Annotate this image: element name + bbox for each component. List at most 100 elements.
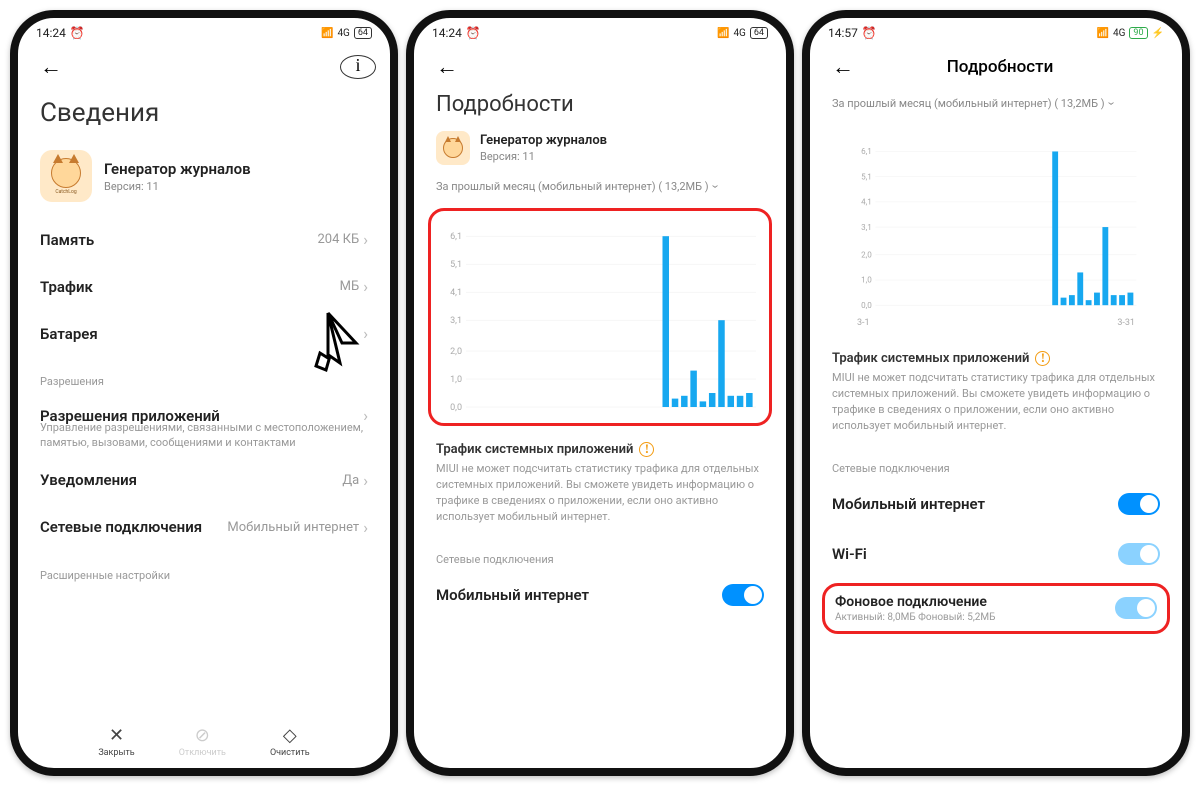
chevron-right-icon: › bbox=[363, 406, 368, 425]
back-button[interactable]: ← bbox=[428, 50, 466, 84]
app-header: Генератор журналов Версия: 11 bbox=[414, 127, 786, 175]
app-header: CatchLog Генератор журналов Версия: 11 bbox=[18, 142, 390, 216]
background-connection-row[interactable]: Фоновое подключение Активный: 8,0МБ Фоно… bbox=[835, 592, 1157, 625]
traffic-chart: 0,01,02,03,14,15,16,1 3-1 3-31 bbox=[824, 125, 1168, 335]
battery-icon: 90 bbox=[1129, 27, 1147, 39]
status-bar: 14:57 ⏰ 📶 4G 90 ⚡ bbox=[810, 18, 1182, 42]
svg-text:3,1: 3,1 bbox=[450, 316, 462, 326]
app-version: Версия: 11 bbox=[480, 150, 607, 163]
chevron-right-icon: › bbox=[363, 518, 368, 537]
svg-text:0,0: 0,0 bbox=[450, 403, 462, 413]
mobile-internet-row[interactable]: Мобильный интернет bbox=[414, 570, 786, 620]
svg-text:6,1: 6,1 bbox=[861, 146, 872, 156]
network-section: Сетевые подключения bbox=[810, 444, 1182, 479]
alarm-icon: ⏰ bbox=[862, 26, 877, 40]
page-title: Подробности bbox=[414, 92, 786, 127]
header: ← i bbox=[18, 42, 390, 92]
battery-row[interactable]: Батарея › bbox=[18, 310, 390, 357]
warning-title: Трафик системных приложений bbox=[832, 351, 1029, 366]
signal-icon: 📶 bbox=[321, 28, 333, 39]
chevron-down-icon: › bbox=[1103, 102, 1118, 106]
chart-svg: 0,01,02,03,14,15,16,1 bbox=[439, 219, 761, 419]
page-title: Подробности bbox=[862, 57, 1138, 77]
back-button[interactable]: ← bbox=[824, 50, 862, 84]
background-connection-highlight: Фоновое подключение Активный: 8,0МБ Фоно… bbox=[822, 583, 1170, 634]
network-label: 4G bbox=[337, 28, 349, 39]
chevron-down-icon: › bbox=[707, 185, 722, 189]
app-version: Версия: 11 bbox=[104, 180, 251, 193]
svg-text:1,0: 1,0 bbox=[861, 275, 872, 285]
mobile-internet-toggle[interactable] bbox=[1118, 493, 1160, 515]
memory-value: 204 КБ bbox=[317, 232, 359, 247]
notifications-value: Да bbox=[342, 473, 359, 488]
back-button[interactable]: ← bbox=[32, 50, 70, 84]
wifi-row[interactable]: Wi-Fi bbox=[810, 529, 1182, 579]
network-section: Сетевые подключения bbox=[414, 535, 786, 570]
traffic-row[interactable]: Трафик МБ › bbox=[18, 263, 390, 310]
stop-button: ⊘ Отключить bbox=[179, 725, 226, 758]
status-bar: 14:24 ⏰ 📶 4G 64 bbox=[414, 18, 786, 42]
filter-dropdown[interactable]: За прошлый месяц (мобильный интернет) ( … bbox=[414, 175, 786, 202]
network-row[interactable]: Сетевые подключения Мобильный интернет › bbox=[18, 504, 390, 551]
status-time: 14:24 bbox=[36, 26, 66, 40]
close-icon: ✕ bbox=[109, 725, 124, 746]
svg-text:3,1: 3,1 bbox=[861, 222, 872, 232]
network-label: 4G bbox=[733, 28, 745, 39]
status-time: 14:24 bbox=[432, 26, 462, 40]
mobile-internet-toggle[interactable] bbox=[722, 584, 764, 606]
warning-icon: ! bbox=[1035, 351, 1050, 366]
notifications-row[interactable]: Уведомления Да › bbox=[18, 457, 390, 504]
stop-icon: ⊘ bbox=[195, 725, 210, 746]
background-label: Фоновое подключение bbox=[835, 594, 1115, 610]
battery-icon: 64 bbox=[750, 27, 768, 39]
charging-icon: ⚡ bbox=[1152, 28, 1164, 39]
close-button[interactable]: ✕ Закрыть bbox=[98, 725, 134, 758]
memory-label: Память bbox=[40, 231, 317, 249]
svg-text:1,0: 1,0 bbox=[450, 375, 462, 385]
phone-screen-1: 14:24 ⏰ 📶 4G 64 ← i Сведения CatchLog Ге… bbox=[10, 10, 398, 776]
x-start: 3-1 bbox=[857, 318, 870, 328]
svg-text:5,1: 5,1 bbox=[861, 171, 872, 181]
memory-row[interactable]: Память 204 КБ › bbox=[18, 216, 390, 263]
header: ← bbox=[414, 42, 786, 92]
signal-icon: 📶 bbox=[717, 28, 729, 39]
warning-desc: MIUI не может подсчитать статистику траф… bbox=[810, 368, 1182, 444]
app-name: Генератор журналов bbox=[104, 160, 251, 178]
permissions-desc: Управление разрешениями, связанными с ме… bbox=[18, 421, 390, 457]
app-icon bbox=[436, 131, 470, 165]
wifi-label: Wi-Fi bbox=[832, 545, 1118, 563]
eraser-icon: ◇ bbox=[283, 725, 297, 746]
app-icon: CatchLog bbox=[40, 150, 92, 202]
x-end: 3-31 bbox=[1117, 318, 1135, 328]
chevron-right-icon: › bbox=[363, 324, 368, 343]
header: ← Подробности bbox=[810, 42, 1182, 92]
svg-text:2,0: 2,0 bbox=[450, 347, 462, 357]
background-sub: Активный: 8,0МБ Фоновый: 5,2МБ bbox=[835, 612, 1115, 623]
traffic-chart: 0,01,02,03,14,15,16,1 bbox=[428, 208, 772, 426]
battery-label: Батарея bbox=[40, 325, 363, 343]
info-button[interactable]: i bbox=[340, 55, 376, 79]
background-toggle[interactable] bbox=[1115, 597, 1157, 619]
bottom-bar: ✕ Закрыть ⊘ Отключить ◇ Очистить bbox=[18, 725, 390, 758]
svg-text:4,1: 4,1 bbox=[861, 197, 872, 207]
wifi-toggle[interactable] bbox=[1118, 543, 1160, 565]
traffic-label: Трафик bbox=[40, 278, 340, 296]
alarm-icon: ⏰ bbox=[466, 26, 481, 40]
permissions-section: Разрешения bbox=[18, 357, 390, 392]
phone-screen-3: 14:57 ⏰ 📶 4G 90 ⚡ ← Подробности За прошл… bbox=[802, 10, 1190, 776]
mobile-internet-row[interactable]: Мобильный интернет bbox=[810, 479, 1182, 529]
svg-text:0,0: 0,0 bbox=[861, 300, 872, 310]
signal-icon: 📶 bbox=[1097, 28, 1109, 39]
svg-text:6,1: 6,1 bbox=[450, 232, 462, 242]
phone-screen-2: 14:24 ⏰ 📶 4G 64 ← Подробности Генератор … bbox=[406, 10, 794, 776]
network-value: Мобильный интернет bbox=[227, 520, 359, 535]
traffic-value: МБ bbox=[340, 279, 360, 294]
clear-button[interactable]: ◇ Очистить bbox=[270, 725, 310, 758]
battery-icon: 64 bbox=[354, 27, 372, 39]
mobile-internet-label: Мобильный интернет bbox=[832, 495, 1118, 513]
svg-text:5,1: 5,1 bbox=[450, 260, 462, 270]
filter-dropdown[interactable]: За прошлый месяц (мобильный интернет) ( … bbox=[810, 92, 1182, 119]
status-bar: 14:24 ⏰ 📶 4G 64 bbox=[18, 18, 390, 42]
network-label: 4G bbox=[1113, 28, 1125, 39]
page-title: Сведения bbox=[18, 92, 390, 142]
